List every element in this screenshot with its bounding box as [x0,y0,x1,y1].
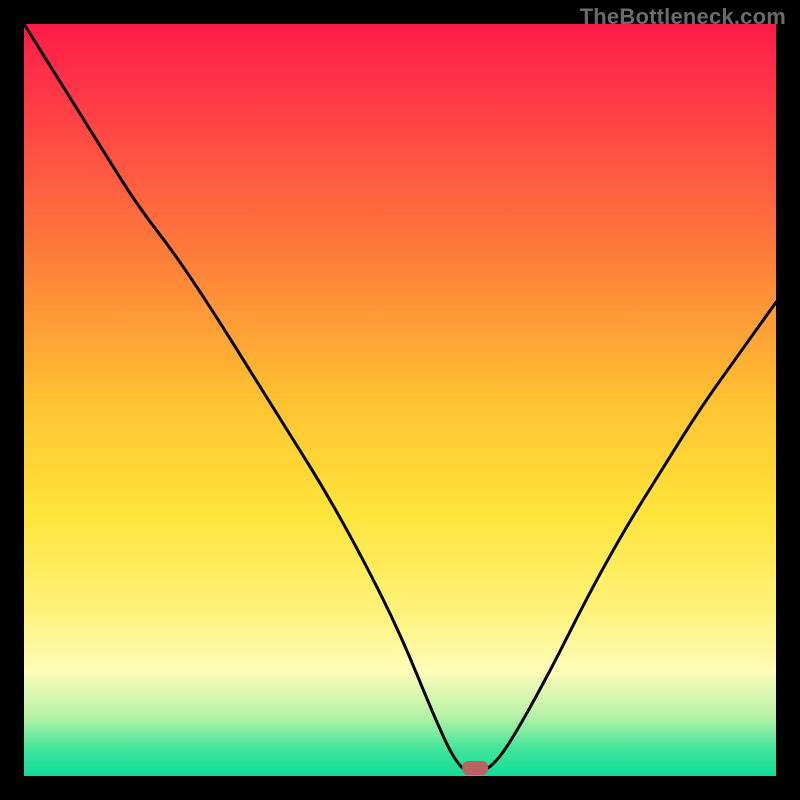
watermark-label: TheBottleneck.com [580,4,786,30]
chart-frame: TheBottleneck.com [0,0,800,800]
plot-area [24,24,776,776]
bottleneck-chart [0,0,800,800]
optimum-marker [462,761,488,775]
